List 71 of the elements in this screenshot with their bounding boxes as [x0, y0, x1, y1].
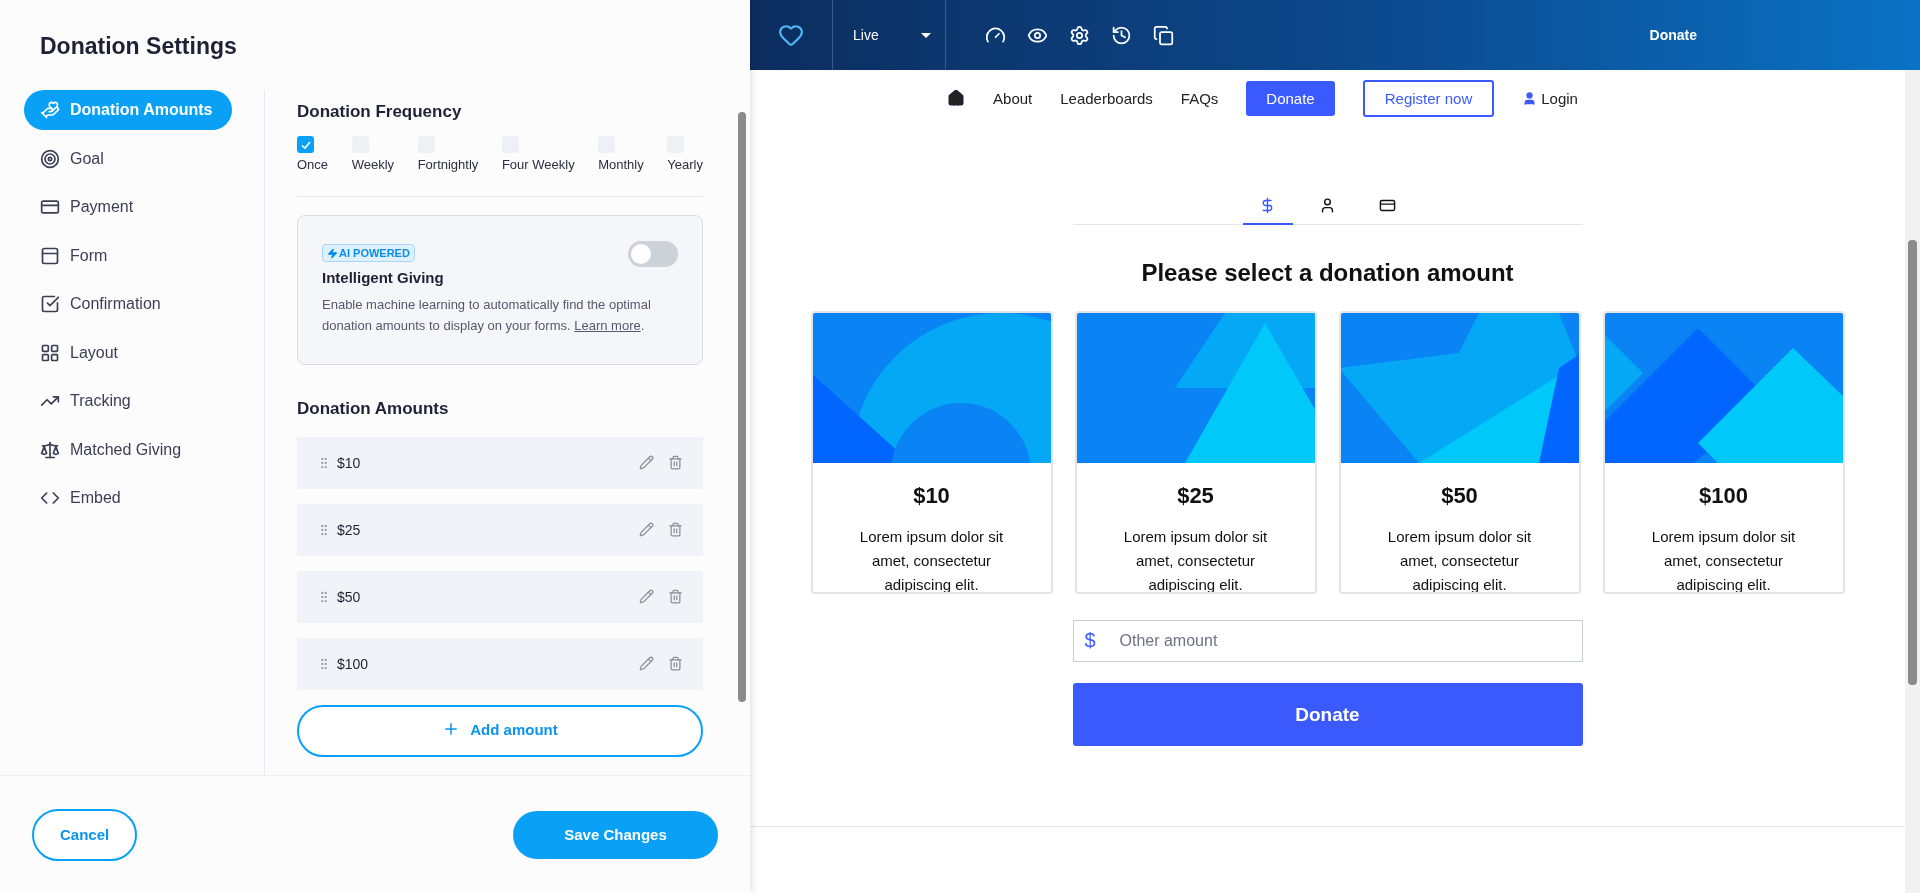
sidebar-item[interactable]: Confirmation — [24, 284, 224, 324]
trash-icon[interactable] — [668, 589, 683, 604]
card-amount: $10 — [913, 483, 950, 509]
card-icon — [1379, 197, 1396, 214]
person-icon — [1522, 90, 1538, 106]
card-icon — [40, 197, 60, 217]
nav-link[interactable]: Leaderboards — [1060, 89, 1153, 107]
amount-value: $100 — [337, 655, 370, 672]
home-icon[interactable] — [947, 89, 966, 107]
nav-button[interactable]: Register now — [1362, 79, 1495, 117]
history-icon[interactable] — [1111, 24, 1132, 46]
toggle-switch[interactable] — [628, 241, 678, 267]
card-amount: $100 — [1699, 483, 1748, 509]
checklist-icon — [40, 294, 60, 314]
trash-icon[interactable] — [668, 522, 683, 537]
checkbox-label: Four Weekly — [501, 157, 575, 172]
scale-icon — [40, 439, 60, 460]
settings-icon[interactable] — [1069, 24, 1090, 46]
amount-value: $10 — [337, 454, 362, 471]
sidebar-item[interactable]: Matched Giving — [24, 429, 224, 470]
form-heading: Please select a donation amount — [1141, 259, 1514, 287]
grid-icon — [40, 342, 60, 363]
donate-link[interactable]: Donate — [1649, 27, 1697, 43]
amount-row[interactable]: $100 — [297, 637, 703, 690]
scrollbar[interactable] — [738, 112, 746, 702]
trash-icon[interactable] — [668, 455, 683, 470]
section-heading: Donation Frequency — [297, 102, 463, 122]
checkbox-label: Yearly — [667, 157, 703, 172]
checkbox-label: Monthly — [598, 157, 644, 172]
amount-value: $50 — [337, 588, 362, 605]
sidebar-item[interactable]: Tracking — [24, 381, 224, 421]
sidebar-item[interactable]: Form — [24, 235, 224, 276]
person-icon — [1319, 197, 1336, 214]
card-amount: $50 — [1441, 483, 1478, 509]
target-icon — [40, 148, 60, 169]
trash-icon[interactable] — [668, 656, 683, 671]
sidebar-item[interactable]: Goal — [24, 138, 224, 179]
amount-row[interactable]: $10 — [297, 436, 703, 489]
sidebar-item[interactable]: Layout — [24, 332, 224, 373]
nav-link[interactable]: About — [993, 89, 1033, 107]
pencil-icon[interactable] — [639, 589, 654, 604]
checkbox-label: Fortnightly — [417, 157, 479, 172]
feature-description: Enable machine learning to automatically find the optimal donation amounts to display on your forms. Learn more. — [322, 295, 652, 335]
checkbox[interactable] — [297, 136, 314, 153]
currency-prefix: $ — [1084, 629, 1096, 652]
learn-more-link[interactable]: Learn more — [574, 317, 641, 333]
panel-title: Donation Settings — [39, 32, 238, 61]
sidebar-item[interactable]: Payment — [24, 187, 224, 227]
scrollbar[interactable] — [1908, 240, 1917, 685]
nav-link[interactable]: Login — [1522, 89, 1578, 107]
amount-row[interactable]: $25 — [297, 503, 703, 556]
donate-button[interactable]: Donate — [1072, 683, 1583, 746]
ai-badge: AI POWERED — [322, 244, 415, 262]
pencil-icon[interactable] — [639, 455, 654, 470]
amount-value: $25 — [337, 521, 362, 538]
copy-icon[interactable] — [1153, 24, 1174, 46]
pencil-icon[interactable] — [639, 656, 654, 671]
card-amount: $25 — [1177, 483, 1214, 509]
feature-title: Intelligent Giving — [322, 268, 445, 286]
checkbox-label: Weekly — [351, 157, 395, 172]
nav-button[interactable]: Donate — [1246, 80, 1335, 116]
amount-row[interactable]: $50 — [297, 570, 703, 623]
heart-logo-icon[interactable] — [778, 22, 804, 48]
window-icon — [40, 245, 60, 266]
pencil-icon[interactable] — [639, 522, 654, 537]
hand-heart-icon — [40, 100, 60, 120]
nav-link[interactable]: FAQs — [1180, 89, 1219, 107]
sidebar-item[interactable]: Embed — [24, 478, 224, 518]
section-heading: Donation Amounts — [297, 398, 450, 419]
checkbox-label: Once — [297, 157, 329, 172]
environment-dropdown[interactable]: Live — [833, 0, 946, 70]
